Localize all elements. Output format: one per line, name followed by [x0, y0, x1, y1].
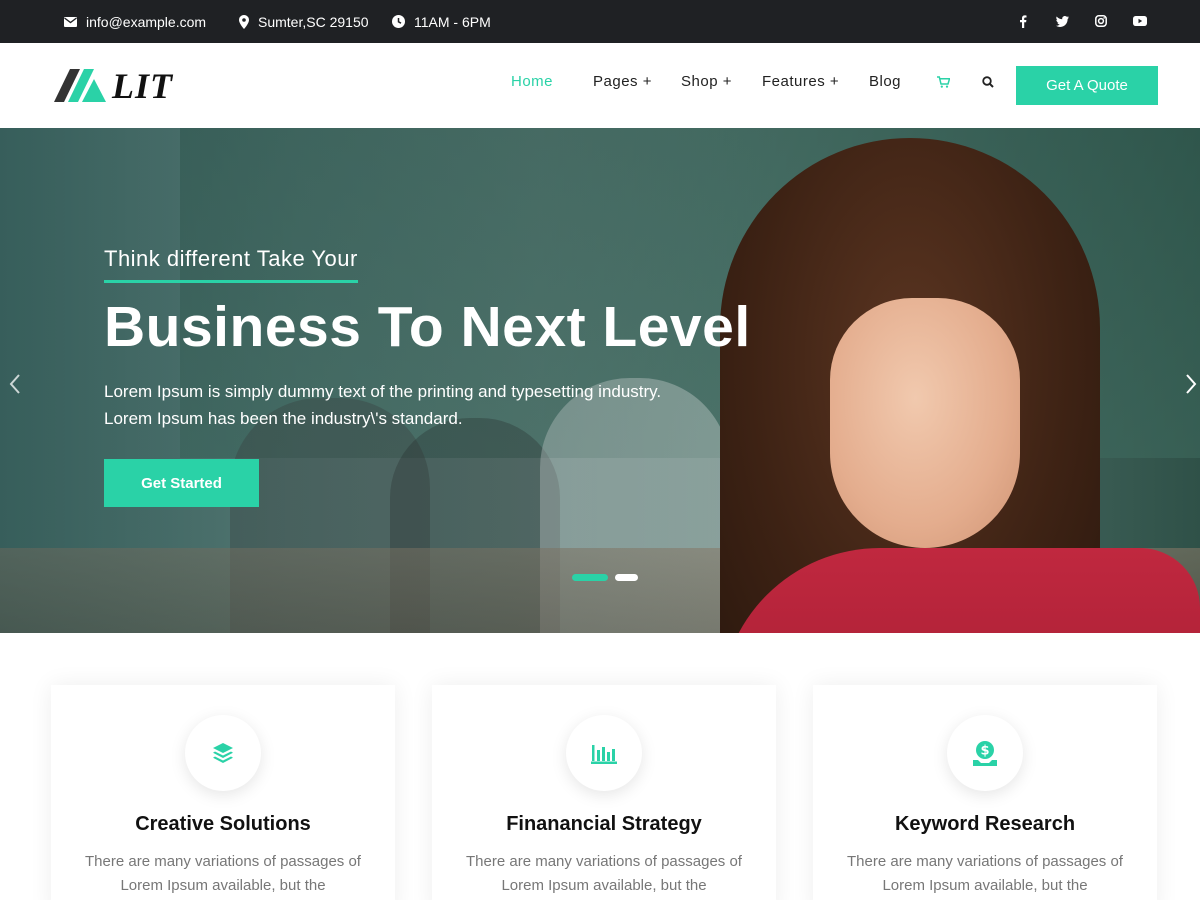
feature-card: Finanancial Strategy There are many vari…: [432, 685, 776, 900]
slider-dot-active[interactable]: [572, 574, 608, 581]
feature-description: There are many variations of passages of…: [466, 853, 742, 894]
feature-card: Creative Solutions There are many variat…: [51, 685, 395, 900]
hero-description: Lorem Ipsum is simply dummy text of the …: [104, 382, 662, 428]
nav-home[interactable]: Home: [511, 73, 553, 90]
email-info[interactable]: info@example.com: [64, 0, 206, 43]
map-pin-icon: [239, 14, 249, 29]
hours-text: 11AM - 6PM: [414, 13, 491, 30]
envelope-icon: [64, 16, 77, 27]
slider-prev-arrow-icon[interactable]: [8, 373, 22, 395]
svg-text:$: $: [980, 744, 989, 759]
location-text: Sumter,SC 29150: [258, 13, 369, 30]
nav-pages[interactable]: Pages +: [593, 73, 652, 90]
get-started-button[interactable]: Get Started: [104, 459, 259, 507]
hero-title: Business To Next Level: [104, 295, 751, 359]
nav-blog[interactable]: Blog: [869, 73, 901, 90]
logo-text: LIT: [112, 66, 173, 106]
feature-card: $ Keyword Research There are many variat…: [813, 685, 1157, 900]
layers-icon: [213, 743, 233, 763]
slider-next-arrow-icon[interactable]: [1184, 373, 1198, 395]
instagram-icon[interactable]: [1093, 13, 1109, 29]
logo-mark-icon: [54, 69, 106, 102]
feature-icon-circle: $: [947, 715, 1023, 791]
hero-slider: Think different Take Your Business To Ne…: [0, 128, 1200, 633]
youtube-icon[interactable]: [1132, 13, 1148, 29]
money-hand-icon: $: [973, 741, 997, 766]
feature-description: There are many variations of passages of…: [847, 853, 1123, 894]
hours-info: 11AM - 6PM: [392, 0, 491, 43]
slider-dot[interactable]: [615, 574, 638, 581]
location-info: Sumter,SC 29150: [239, 0, 369, 43]
feature-title: Keyword Research: [894, 813, 1076, 835]
feature-description: There are many variations of passages of…: [85, 853, 361, 894]
hero-subtitle: Think different Take Your: [104, 246, 358, 283]
feature-icon-circle: [185, 715, 261, 791]
get-a-quote-button[interactable]: Get A Quote: [1016, 66, 1158, 105]
feature-title: Finanancial Strategy: [506, 813, 702, 835]
site-logo[interactable]: LIT: [54, 66, 184, 106]
email-text: info@example.com: [86, 13, 207, 30]
feature-title: Creative Solutions: [135, 813, 311, 835]
top-bar: info@example.com Sumter,SC 29150 11AM - …: [0, 0, 1200, 43]
cart-icon[interactable]: [935, 74, 951, 90]
nav-shop[interactable]: Shop +: [681, 73, 732, 90]
hero-woman-face: [830, 298, 1020, 548]
clock-icon: [392, 15, 405, 28]
main-header: LIT Home Pages + Shop + Features + Blog …: [0, 43, 1200, 128]
bar-chart-icon: [591, 745, 617, 764]
feature-icon-circle: [566, 715, 642, 791]
twitter-icon[interactable]: [1054, 13, 1070, 29]
search-icon[interactable]: [980, 74, 996, 90]
facebook-icon[interactable]: [1015, 13, 1031, 29]
nav-features[interactable]: Features +: [762, 73, 839, 90]
